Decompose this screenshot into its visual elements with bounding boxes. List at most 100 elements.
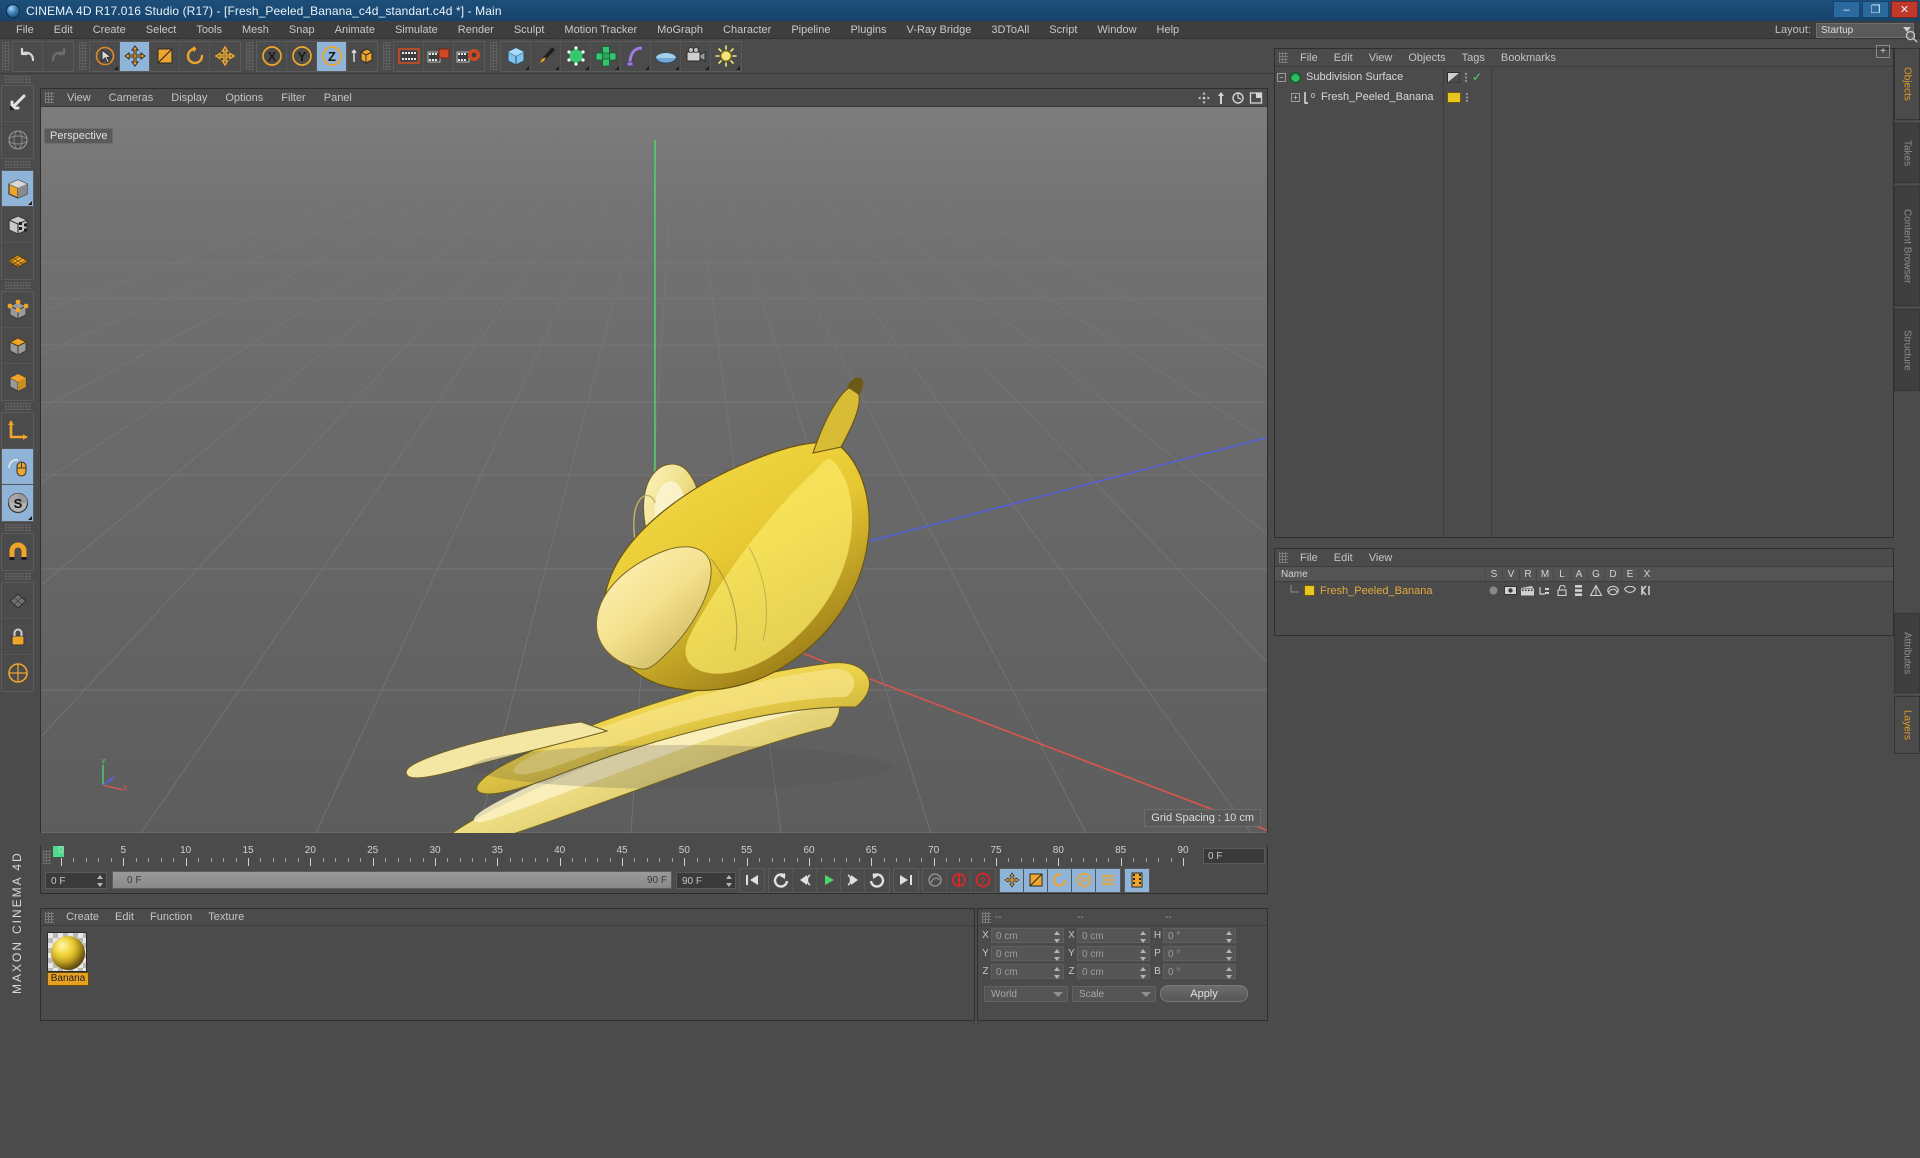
snap-enable-icon[interactable]: S [2,485,33,521]
toolbar-grip-4[interactable] [383,42,391,70]
tab-objects[interactable]: Objects [1894,48,1920,120]
workplane-tool-icon[interactable] [2,655,33,691]
layer-column-x[interactable]: X [1638,569,1655,580]
workplane-mode-icon[interactable] [2,243,33,279]
move-icon[interactable] [120,42,150,71]
coordinates-grip[interactable] [982,912,991,923]
menu-item-3dtoall[interactable]: 3DToAll [981,21,1039,39]
viewport-menu-grip[interactable] [45,92,54,103]
timeline-toggle-icon[interactable] [1125,869,1149,892]
z-axis-icon[interactable]: Z [317,42,347,71]
left-toolbar-grip-6[interactable] [5,573,31,580]
material-tag-yellow[interactable] [1447,92,1461,103]
layer-lock-icon[interactable] [1553,585,1570,596]
object-menu-bookmarks[interactable]: Bookmarks [1493,49,1564,67]
layer-expression-icon[interactable] [1621,586,1638,595]
layer-xpresso-icon[interactable] [1638,585,1655,596]
point-level-animation-icon[interactable] [1096,869,1120,892]
rotation-key-icon[interactable] [1048,869,1072,892]
menu-item-select[interactable]: Select [136,21,187,39]
autokeying-icon[interactable] [947,869,971,892]
layer-render-icon[interactable] [1519,586,1536,596]
layer-column-r[interactable]: R [1519,569,1536,580]
coordinate-system-dropdown[interactable]: World [984,986,1068,1002]
bend-deformer-icon[interactable] [621,42,651,71]
material-thumbnail[interactable] [47,932,87,972]
world-object-coord-icon[interactable] [347,42,377,71]
points-mode-icon[interactable] [2,292,33,328]
live-selection-icon[interactable] [90,42,120,71]
pan-camera-icon[interactable] [1215,91,1227,105]
preview-end-spinner-icon[interactable] [725,875,732,887]
pos-x-input[interactable]: 0 cm [991,928,1064,943]
left-toolbar-grip-2[interactable] [5,161,31,168]
y-axis-icon[interactable]: Y [287,42,317,71]
viewport-menu-panel[interactable]: Panel [315,89,361,107]
go-to-start-icon[interactable] [740,869,764,892]
layer-column-a[interactable]: A [1570,569,1587,580]
object-menu-objects[interactable]: Objects [1400,49,1453,67]
size-y-spinner-icon[interactable] [1139,949,1146,961]
cube-primitive-icon[interactable] [501,42,531,71]
keyframe-selection-icon[interactable]: ? [971,869,995,892]
expander-collapse-icon[interactable]: − [1277,73,1286,82]
left-toolbar-grip-4[interactable] [5,403,31,410]
redo-arrow-icon[interactable] [43,42,73,71]
material-menu-texture[interactable]: Texture [200,909,252,926]
camera-icon[interactable] [681,42,711,71]
environment-floor-icon[interactable] [651,42,681,71]
previous-frame-icon[interactable] [793,869,817,892]
layer-color-swatch[interactable] [1304,585,1315,596]
layer-animation-icon[interactable] [1570,585,1587,596]
menu-item-motion-tracker[interactable]: Motion Tracker [554,21,647,39]
menu-item-vray-bridge[interactable]: V-Ray Bridge [897,21,982,39]
object-menu-file[interactable]: File [1292,49,1326,67]
menu-item-plugins[interactable]: Plugins [840,21,896,39]
menu-item-edit[interactable]: Edit [44,21,83,39]
viewport-menu-view[interactable]: View [58,89,100,107]
timeline-scrubber[interactable]: 0 F 90 F [112,871,672,889]
tab-layers[interactable]: Layers [1894,696,1920,754]
layer-menu-edit[interactable]: Edit [1326,549,1361,567]
move-alt-icon[interactable] [210,42,240,71]
tab-takes[interactable]: Takes [1894,123,1920,183]
expander-expand-icon[interactable]: + [1291,93,1300,102]
apply-button[interactable]: Apply [1160,985,1248,1002]
layer-column-e[interactable]: E [1621,569,1638,580]
display-tag-icon[interactable] [1447,72,1460,83]
menu-item-render[interactable]: Render [448,21,504,39]
record-active-objects-icon[interactable] [923,869,947,892]
timeline-scale[interactable]: 051015202530354045505560657075808590 [53,845,1187,867]
layer-column-l[interactable]: L [1553,569,1570,580]
object-menu-edit[interactable]: Edit [1326,49,1361,67]
move-camera-icon[interactable] [1197,91,1211,105]
minimize-button[interactable]: – [1833,1,1860,18]
next-frame-icon[interactable] [841,869,865,892]
material-menu-grip[interactable] [45,912,54,923]
current-frame-input[interactable]: 0 F [45,872,107,889]
viewport-menu-options[interactable]: Options [216,89,272,107]
layer-generator-icon[interactable] [1587,585,1604,596]
material-list[interactable]: Banana [41,926,974,986]
tab-attributes[interactable]: Attributes [1894,613,1920,693]
next-key-icon[interactable] [865,869,889,892]
menu-item-tools[interactable]: Tools [186,21,232,39]
edges-mode-icon[interactable] [2,328,33,364]
layer-column-s[interactable]: S [1485,569,1502,580]
object-row-fresh-peeled-banana[interactable]: + 0 Fresh_Peeled_Banana [1275,87,1893,107]
timeline-grip[interactable] [43,850,51,864]
size-x-input[interactable]: 0 cm [1077,928,1150,943]
zoom-camera-icon[interactable] [1231,91,1245,105]
layer-deformer-icon[interactable] [1604,585,1621,596]
material-menu-function[interactable]: Function [142,909,200,926]
menu-item-file[interactable]: File [6,21,44,39]
polygon-pen-icon[interactable] [2,583,33,619]
size-y-input[interactable]: 0 cm [1077,946,1150,961]
plus-icon[interactable]: + [1876,45,1890,58]
lock-icon[interactable] [2,619,33,655]
viewport-menu-filter[interactable]: Filter [272,89,314,107]
toggle-layout-icon[interactable] [1249,91,1263,105]
tab-structure[interactable]: Structure [1894,309,1920,391]
rot-b-spinner-icon[interactable] [1225,967,1232,979]
pen-spline-icon[interactable] [531,42,561,71]
